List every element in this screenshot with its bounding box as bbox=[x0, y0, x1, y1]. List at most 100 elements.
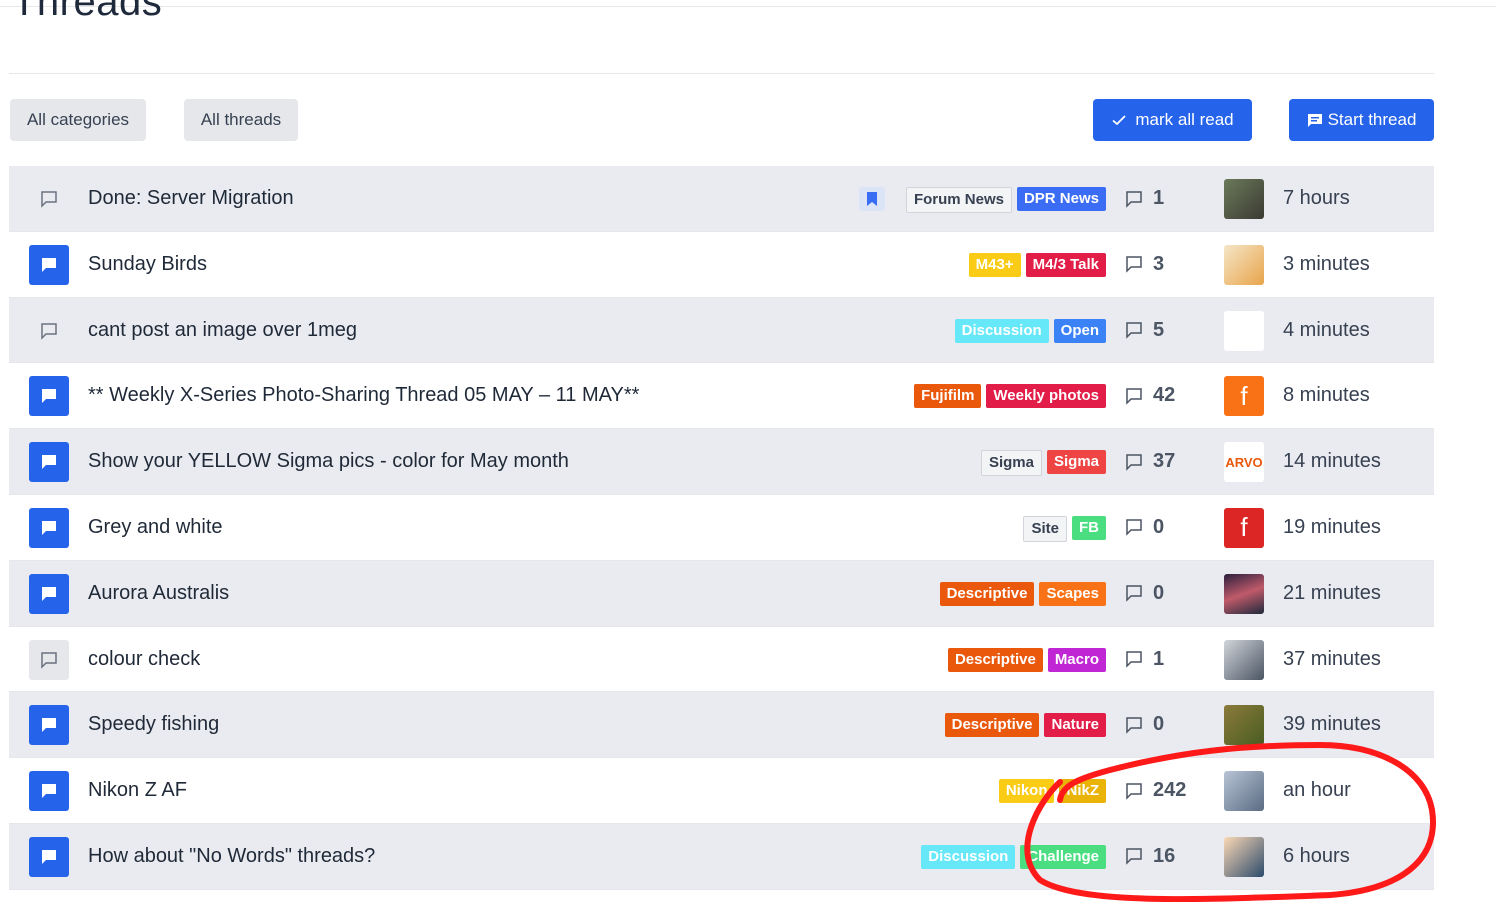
thread-row[interactable]: Sunday Birds M43+ M4/3 Talk 3 3 minutes bbox=[9, 231, 1434, 298]
last-post-time[interactable]: 8 minutes bbox=[1283, 363, 1370, 428]
new-message-icon bbox=[1307, 114, 1322, 127]
tag[interactable]: FB bbox=[1072, 515, 1106, 540]
avatar-photo-man[interactable] bbox=[1224, 179, 1264, 219]
tag-group: Nikon NikZ bbox=[998, 779, 1106, 804]
avatar-camera[interactable] bbox=[1224, 836, 1264, 877]
last-post-time[interactable]: 39 minutes bbox=[1283, 692, 1381, 757]
reply-count: 1 bbox=[1125, 166, 1164, 231]
avatar-letter-f-orange[interactable]: f bbox=[1224, 376, 1264, 417]
tag[interactable]: Nature bbox=[1044, 713, 1106, 738]
avatar-insect[interactable] bbox=[1224, 639, 1264, 680]
comment-filled-icon bbox=[29, 771, 69, 812]
thread-title[interactable]: Aurora Australis bbox=[88, 561, 229, 626]
comment-filled-icon bbox=[29, 507, 69, 548]
tag-group: M43+ M4/3 Talk bbox=[968, 252, 1106, 277]
tag[interactable]: Discussion bbox=[921, 844, 1016, 869]
tag[interactable]: Forum News bbox=[905, 187, 1012, 213]
all-threads-button[interactable]: All threads bbox=[184, 99, 298, 141]
reply-count-value: 1 bbox=[1153, 187, 1165, 209]
last-post-time[interactable]: 19 minutes bbox=[1283, 495, 1381, 560]
thread-row[interactable]: Nikon Z AF Nikon NikZ 242 an hour bbox=[9, 758, 1434, 824]
replies-icon bbox=[1126, 322, 1142, 339]
tag[interactable]: M4/3 Talk bbox=[1025, 252, 1106, 277]
last-post-time[interactable]: 37 minutes bbox=[1283, 627, 1381, 692]
tag[interactable]: Scapes bbox=[1039, 581, 1106, 606]
reply-count: 37 bbox=[1125, 429, 1175, 494]
thread-title[interactable]: How about "No Words" threads? bbox=[88, 824, 375, 889]
thread-row[interactable]: Grey and white Site FB 0 f 19 minutes bbox=[9, 494, 1434, 561]
last-post-time[interactable]: an hour bbox=[1283, 758, 1351, 823]
tag[interactable]: Site bbox=[1023, 515, 1067, 542]
reply-count-value: 16 bbox=[1153, 844, 1176, 867]
last-post-time[interactable]: 6 hours bbox=[1283, 824, 1350, 889]
check-icon bbox=[1112, 115, 1126, 126]
reply-count-value: 0 bbox=[1153, 515, 1165, 538]
thread-title[interactable]: ** Weekly X-Series Photo-Sharing Thread … bbox=[88, 363, 639, 428]
last-post-time[interactable]: 21 minutes bbox=[1283, 561, 1381, 626]
tag[interactable]: Open bbox=[1053, 318, 1106, 343]
avatar-cartoon-man[interactable] bbox=[1224, 310, 1264, 351]
tag[interactable]: Macro bbox=[1047, 647, 1106, 672]
last-post-time[interactable]: 3 minutes bbox=[1283, 232, 1370, 297]
tag[interactable]: Sigma bbox=[980, 450, 1042, 477]
bookmark-icon[interactable] bbox=[859, 187, 885, 211]
reply-count-value: 37 bbox=[1153, 450, 1176, 473]
reply-count: 242 bbox=[1125, 758, 1186, 823]
all-categories-label: All categories bbox=[26, 110, 130, 129]
thread-title[interactable]: Speedy fishing bbox=[88, 692, 219, 757]
avatar-letter: f bbox=[1240, 380, 1248, 411]
tag[interactable]: M43+ bbox=[968, 252, 1021, 277]
tag[interactable]: Descriptive bbox=[947, 647, 1043, 672]
thread-title[interactable]: Nikon Z AF bbox=[88, 758, 187, 823]
tag-group: Descriptive Scapes bbox=[939, 581, 1106, 606]
thread-row[interactable]: cant post an image over 1meg Discussion Op… bbox=[9, 297, 1434, 364]
thread-title[interactable]: Show your YELLOW Sigma pics - color for … bbox=[88, 429, 569, 494]
tag[interactable]: Challenge bbox=[1020, 844, 1106, 869]
mark-all-read-button[interactable]: mark all read bbox=[1093, 99, 1252, 141]
thread-title[interactable]: Sunday Birds bbox=[88, 232, 207, 297]
thread-title[interactable]: Grey and white bbox=[88, 495, 223, 560]
replies-icon bbox=[1126, 651, 1142, 668]
avatar-arvo[interactable]: ARVO bbox=[1224, 442, 1264, 483]
thread-row[interactable]: How about "No Words" threads? Discussion C… bbox=[9, 823, 1434, 890]
last-post-time[interactable]: 7 hours bbox=[1283, 166, 1350, 231]
reply-count: 0 bbox=[1125, 692, 1164, 757]
thread-title[interactable]: colour check bbox=[88, 627, 200, 692]
tag[interactable]: Weekly photos bbox=[986, 384, 1106, 409]
thread-row[interactable]: Done: Server Migration Forum News DPR News… bbox=[9, 166, 1434, 232]
last-post-time[interactable]: 4 minutes bbox=[1283, 298, 1370, 363]
start-thread-button[interactable]: Start thread bbox=[1289, 99, 1434, 141]
avatar-aurora[interactable] bbox=[1224, 573, 1264, 614]
thread-row[interactable]: colour check Descriptive Macro 1 37 minutes bbox=[9, 626, 1434, 693]
last-post-time[interactable]: 14 minutes bbox=[1283, 429, 1381, 494]
reply-count-value: 0 bbox=[1153, 581, 1165, 604]
tag-group: Forum News DPR News bbox=[905, 187, 1106, 213]
tag[interactable]: Descriptive bbox=[939, 581, 1035, 606]
tag[interactable]: Nikon bbox=[998, 779, 1055, 804]
thread-row[interactable]: Speedy fishing Descriptive Nature 0 39 minut… bbox=[9, 692, 1434, 759]
tag[interactable]: DPR News bbox=[1016, 187, 1106, 211]
tag[interactable]: NikZ bbox=[1059, 779, 1106, 804]
tag[interactable]: Fujifilm bbox=[914, 384, 982, 409]
thread-row[interactable]: Show your YELLOW Sigma pics - color for … bbox=[9, 429, 1434, 495]
thread-title[interactable]: Done: Server Migration bbox=[88, 166, 294, 231]
avatar-letter-f-red[interactable]: f bbox=[1224, 507, 1264, 548]
tag-group: Discussion Open bbox=[954, 318, 1106, 343]
reply-count: 0 bbox=[1125, 561, 1164, 626]
avatar-smiling-man[interactable] bbox=[1224, 771, 1264, 812]
tag[interactable]: Discussion bbox=[954, 318, 1049, 343]
tag[interactable]: Descriptive bbox=[944, 713, 1040, 738]
all-categories-button[interactable]: All categories bbox=[10, 99, 146, 141]
avatar-kingfisher[interactable] bbox=[1224, 244, 1264, 285]
avatar-forest[interactable] bbox=[1224, 705, 1264, 746]
thread-title[interactable]: cant post an image over 1meg bbox=[88, 298, 357, 363]
thread-row[interactable]: Aurora Australis Descriptive Scapes 0 21 min… bbox=[9, 560, 1434, 627]
thread-row[interactable]: ** Weekly X-Series Photo-Sharing Thread … bbox=[9, 363, 1434, 430]
comment-outline-icon bbox=[29, 179, 69, 219]
reply-count: 5 bbox=[1125, 298, 1164, 363]
replies-icon bbox=[1126, 585, 1142, 603]
replies-icon bbox=[1126, 190, 1142, 208]
replies-icon bbox=[1126, 388, 1142, 405]
comment-filled-icon bbox=[29, 705, 69, 746]
tag[interactable]: Sigma bbox=[1046, 450, 1106, 475]
